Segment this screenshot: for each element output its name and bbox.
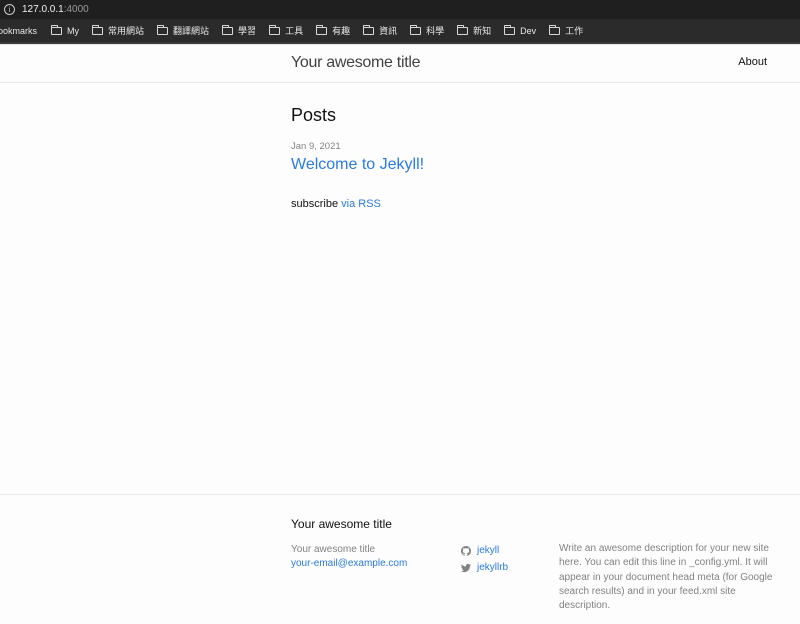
bookmark-folder[interactable]: 科學 <box>410 24 444 37</box>
footer-site-title: Your awesome title <box>291 544 376 555</box>
bookmark-folder[interactable]: 資訊 <box>363 24 397 37</box>
folder-icon <box>269 24 281 35</box>
bookmark-folder[interactable]: 翻譯網站 <box>157 24 209 37</box>
bookmark-folder-label: My <box>67 25 80 36</box>
bookmark-folder[interactable]: 學習 <box>222 24 256 37</box>
bookmark-folder-label: 工具 <box>285 26 304 36</box>
folder-icon <box>410 24 422 35</box>
bookmarks-label[interactable]: ookmarks <box>0 26 37 36</box>
folder-icon <box>51 24 63 35</box>
bookmark-folder-label: Dev <box>520 25 537 36</box>
folder-icon <box>92 24 104 35</box>
github-icon <box>461 545 471 556</box>
subscribe-line: subscribe via RSS <box>291 198 381 210</box>
github-link[interactable]: jekyll <box>477 542 499 559</box>
footer-heading: Your awesome title <box>291 517 392 531</box>
footer-email-link[interactable]: your-email@example.com <box>291 558 407 569</box>
twitter-icon <box>461 563 471 572</box>
subscribe-text: subscribe <box>291 198 339 210</box>
bookmark-folder[interactable]: 有趣 <box>316 24 350 37</box>
bookmark-folder-label: 有趣 <box>332 26 351 36</box>
bookmark-folder[interactable]: 常用網站 <box>92 24 144 37</box>
site-title-link[interactable]: Your awesome title <box>291 54 421 72</box>
bookmark-folder-label: 學習 <box>238 26 257 36</box>
social-item-twitter[interactable]: jekyllrb <box>461 559 508 576</box>
bookmark-folder-label: 資訊 <box>379 26 398 36</box>
bookmark-folder-label: 翻譯網站 <box>173 26 210 36</box>
bookmark-folder[interactable]: Dev <box>504 24 537 36</box>
bookmark-folder-label: 常用網站 <box>108 26 145 36</box>
social-item-github[interactable]: jekyll <box>461 542 508 559</box>
folder-icon <box>222 24 234 35</box>
bookmark-folder[interactable]: My <box>51 24 80 36</box>
bookmarks-bar: ookmarks My 常用網站 翻譯網站 學習 工具 有趣 資訊 科學 新知 … <box>0 19 800 44</box>
page-heading: Posts <box>291 105 337 125</box>
bookmark-folder-label: 新知 <box>473 26 492 36</box>
footer-contact: Your awesome title your-email@example.co… <box>291 543 407 571</box>
folder-icon <box>157 24 169 35</box>
folder-icon <box>549 24 561 35</box>
site-header: Your awesome title About <box>0 44 800 83</box>
bookmark-folder-label: 工作 <box>565 26 584 36</box>
footer-social: jekyll jekyllrb <box>461 542 508 576</box>
rss-link[interactable]: via RSS <box>341 198 381 210</box>
bookmark-folder[interactable]: 工具 <box>269 24 303 37</box>
nav-about-link[interactable]: About <box>738 56 767 68</box>
browser-url-bar[interactable]: i 127.0.0.1:4000 <box>0 0 800 19</box>
bookmark-folder-label: 科學 <box>426 26 445 36</box>
url-port: :4000 <box>63 4 89 15</box>
url-host: 127.0.0.1 <box>22 4 64 15</box>
post-title-link[interactable]: Welcome to Jekyll! <box>291 156 424 174</box>
info-icon[interactable]: i <box>4 4 15 15</box>
bookmark-folder[interactable]: 新知 <box>457 24 491 37</box>
bookmark-folder[interactable]: 工作 <box>549 24 583 37</box>
folder-icon <box>504 24 516 35</box>
folder-icon <box>316 24 328 35</box>
footer-description: Write an awesome description for your ne… <box>559 543 773 612</box>
post-date: Jan 9, 2021 <box>291 141 341 152</box>
folder-icon <box>363 24 375 35</box>
folder-icon <box>457 24 469 35</box>
twitter-link[interactable]: jekyllrb <box>477 559 508 576</box>
